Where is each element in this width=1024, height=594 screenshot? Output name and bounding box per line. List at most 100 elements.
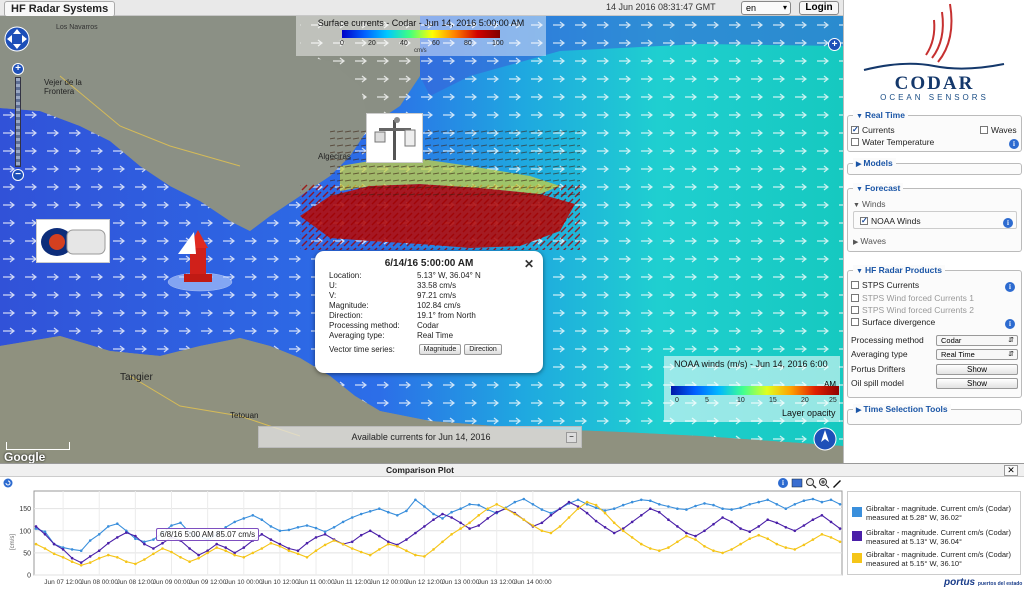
series-point[interactable] [712,522,715,526]
series-point[interactable] [224,546,227,549]
series-point[interactable] [441,517,444,520]
winds-group[interactable]: ▼ Winds [853,199,886,210]
series-point[interactable] [721,551,724,555]
series-point[interactable] [134,537,137,540]
series-point[interactable] [649,507,652,510]
series-point[interactable] [134,562,137,566]
series-point[interactable] [287,528,291,532]
series-point[interactable] [368,529,372,533]
series-point[interactable] [224,549,227,552]
series-point[interactable] [658,549,661,552]
info-icon[interactable]: i [1003,218,1013,228]
surface-divergence-checkbox[interactable]: Surface divergence [851,317,935,328]
series-point[interactable] [477,503,481,507]
series-point[interactable] [206,551,209,555]
series-point[interactable] [757,525,760,528]
series-point[interactable] [52,552,56,556]
series-point[interactable] [531,524,535,527]
series-point[interactable] [630,500,634,504]
info-icon[interactable]: i [1009,139,1019,149]
series-point[interactable] [107,541,110,545]
series-point[interactable] [621,503,625,507]
series-point[interactable] [450,516,453,519]
series-point[interactable] [748,503,751,506]
series-point[interactable] [215,542,218,546]
series-point[interactable] [350,547,354,550]
series-point[interactable] [513,500,517,504]
series-point[interactable] [260,518,264,521]
series-point[interactable] [423,525,426,528]
series-point[interactable] [52,542,56,546]
series-point[interactable] [649,499,652,502]
series-point[interactable] [802,499,806,502]
series-point[interactable] [739,542,742,546]
realtime-section-title[interactable]: ▼ Real Time [853,110,908,120]
series-point[interactable] [188,560,191,563]
series-point[interactable] [784,507,788,510]
series-point[interactable] [197,556,200,560]
series-point[interactable] [567,500,571,504]
checkbox-icon[interactable] [851,281,859,289]
series-point[interactable] [314,549,318,552]
series-point[interactable] [70,556,74,560]
series-point[interactable] [314,526,318,530]
series-point[interactable] [531,503,535,506]
series-point[interactable] [477,524,481,527]
series-point[interactable] [703,545,706,548]
series-point[interactable] [811,518,815,521]
series-point[interactable] [323,543,327,547]
series-point[interactable] [116,536,119,539]
series-point[interactable] [820,500,824,504]
series-point[interactable] [188,547,191,550]
forecast-waves-group[interactable]: ▶ Waves [853,236,886,247]
close-plot-button[interactable]: ✕ [1004,465,1018,476]
direction-button[interactable]: Direction [464,344,502,355]
layer-switcher-expand-icon[interactable]: + [828,38,841,51]
series-point[interactable] [378,507,381,510]
series-point[interactable] [640,498,643,502]
series-point[interactable] [432,512,435,516]
series-point[interactable] [296,549,300,552]
series-point[interactable] [775,542,779,546]
series-point[interactable] [269,541,273,545]
series-point[interactable] [278,529,282,533]
zoom-control[interactable]: + − [12,63,24,181]
series-point[interactable] [125,560,128,563]
series-point[interactable] [694,538,697,541]
checkbox-icon[interactable] [851,138,859,146]
series-point[interactable] [296,552,300,556]
info-icon[interactable]: i [1005,282,1015,292]
series-point[interactable] [161,547,164,550]
series-point[interactable] [667,546,670,549]
series-point[interactable] [43,547,47,550]
series-point[interactable] [368,510,372,513]
series-point[interactable] [88,539,92,542]
stps-wind-forced-1-checkbox[interactable]: STPS Wind forced Currents 1 [851,293,974,304]
series-point[interactable] [621,529,625,533]
series-point[interactable] [278,545,282,548]
series-point[interactable] [739,527,742,530]
models-section-title[interactable]: ▶ Models [853,158,896,168]
series-point[interactable] [197,553,200,557]
series-point[interactable] [170,550,173,554]
series-point[interactable] [811,497,815,501]
series-point[interactable] [793,529,797,533]
series-point[interactable] [61,556,65,559]
series-point[interactable] [387,542,390,546]
series-point[interactable] [242,517,246,520]
forecast-section-title[interactable]: ▼ Forecast [853,183,904,193]
series-point[interactable] [549,531,553,535]
series-point[interactable] [242,556,246,559]
series-point[interactable] [350,516,354,519]
checkbox-icon[interactable] [851,306,859,314]
series-point[interactable] [766,518,769,521]
series-point[interactable] [513,512,517,516]
series-point[interactable] [161,541,164,545]
noaa-winds-checkbox[interactable]: NOAA Winds [860,215,921,227]
checkbox-checked-icon[interactable] [851,124,859,135]
averaging-type-select[interactable]: Real Time ⇵ [936,349,1018,360]
zoom-out-icon[interactable]: − [12,169,24,181]
series-point[interactable] [540,508,544,511]
close-icon[interactable]: ✕ [524,257,534,271]
series-point[interactable] [829,498,833,502]
